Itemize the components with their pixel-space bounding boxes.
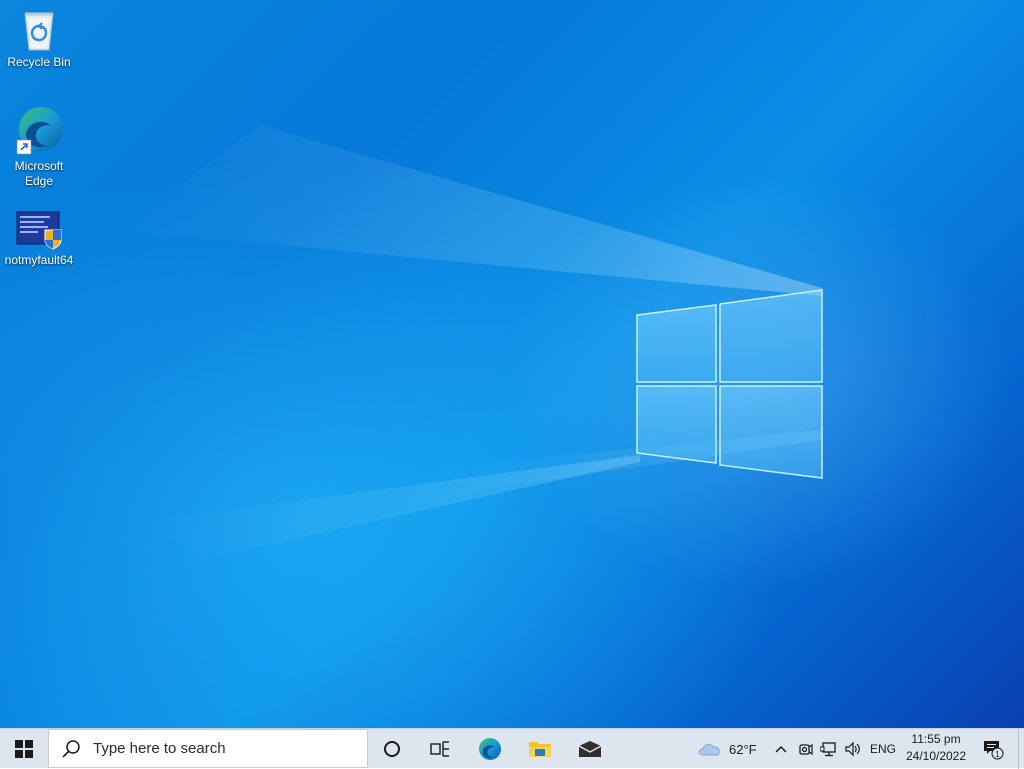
edge-icon [16, 107, 63, 155]
wallpaper-windows-logo [636, 289, 823, 479]
clock-time: 11:55 pm [911, 732, 961, 746]
notification-count-badge: 1 [995, 750, 1000, 759]
start-button[interactable] [0, 729, 48, 769]
desktop-icon-microsoft-edge[interactable]: Microsoft Edge [0, 104, 78, 189]
mail-button[interactable] [566, 729, 614, 769]
folder-icon [529, 742, 551, 757]
taskbar: Type here to search 62°F ENG 11:55 pm 24… [0, 728, 1024, 769]
cortana-circle-icon [384, 741, 400, 757]
weather-temperature[interactable]: 62°F [729, 729, 763, 769]
show-desktop-button[interactable] [1018, 729, 1024, 769]
network-button[interactable] [818, 729, 840, 769]
cloud-icon [698, 744, 720, 756]
search-placeholder: Type here to search [93, 740, 226, 757]
volume-button[interactable] [842, 729, 864, 769]
action-center-button[interactable]: 1 [978, 729, 1008, 769]
cortana-button[interactable] [368, 729, 416, 769]
search-icon [62, 739, 80, 758]
camera-icon [799, 743, 813, 756]
file-explorer-button[interactable] [516, 729, 564, 769]
mail-icon [578, 741, 602, 757]
search-input[interactable]: Type here to search [48, 729, 368, 768]
desktop-wallpaper: Recycle Bin Microsoft Edge notmyfault64 [0, 0, 1024, 728]
network-icon [820, 742, 836, 757]
desktop-icon-label: Recycle Bin [7, 55, 71, 69]
recycle-bin-icon [24, 12, 54, 51]
show-hidden-icons-button[interactable] [771, 729, 791, 769]
task-view-icon [430, 741, 449, 757]
clock-button[interactable]: 11:55 pm 24/10/2022 [896, 731, 976, 767]
meet-now-button[interactable] [795, 729, 815, 769]
input-language-indicator[interactable]: ENG [870, 729, 896, 769]
desktop-icon-label: Microsoft Edge [14, 159, 64, 188]
windows-start-icon [15, 740, 33, 758]
taskbar-edge-button[interactable] [466, 729, 514, 769]
notification-icon: 1 [984, 741, 1004, 760]
desktop-icon-recycle-bin[interactable]: Recycle Bin [0, 6, 78, 70]
chevron-up-icon [775, 745, 787, 753]
desktop-icon-notmyfault64[interactable]: notmyfault64 [0, 210, 78, 268]
task-view-button[interactable] [416, 729, 464, 769]
notmyfault-app-icon [16, 211, 62, 250]
clock-date: 24/10/2022 [905, 749, 967, 763]
speaker-icon [845, 741, 860, 757]
weather-widget[interactable] [696, 729, 724, 769]
desktop-icon-label: notmyfault64 [4, 253, 74, 267]
edge-icon [479, 738, 501, 760]
